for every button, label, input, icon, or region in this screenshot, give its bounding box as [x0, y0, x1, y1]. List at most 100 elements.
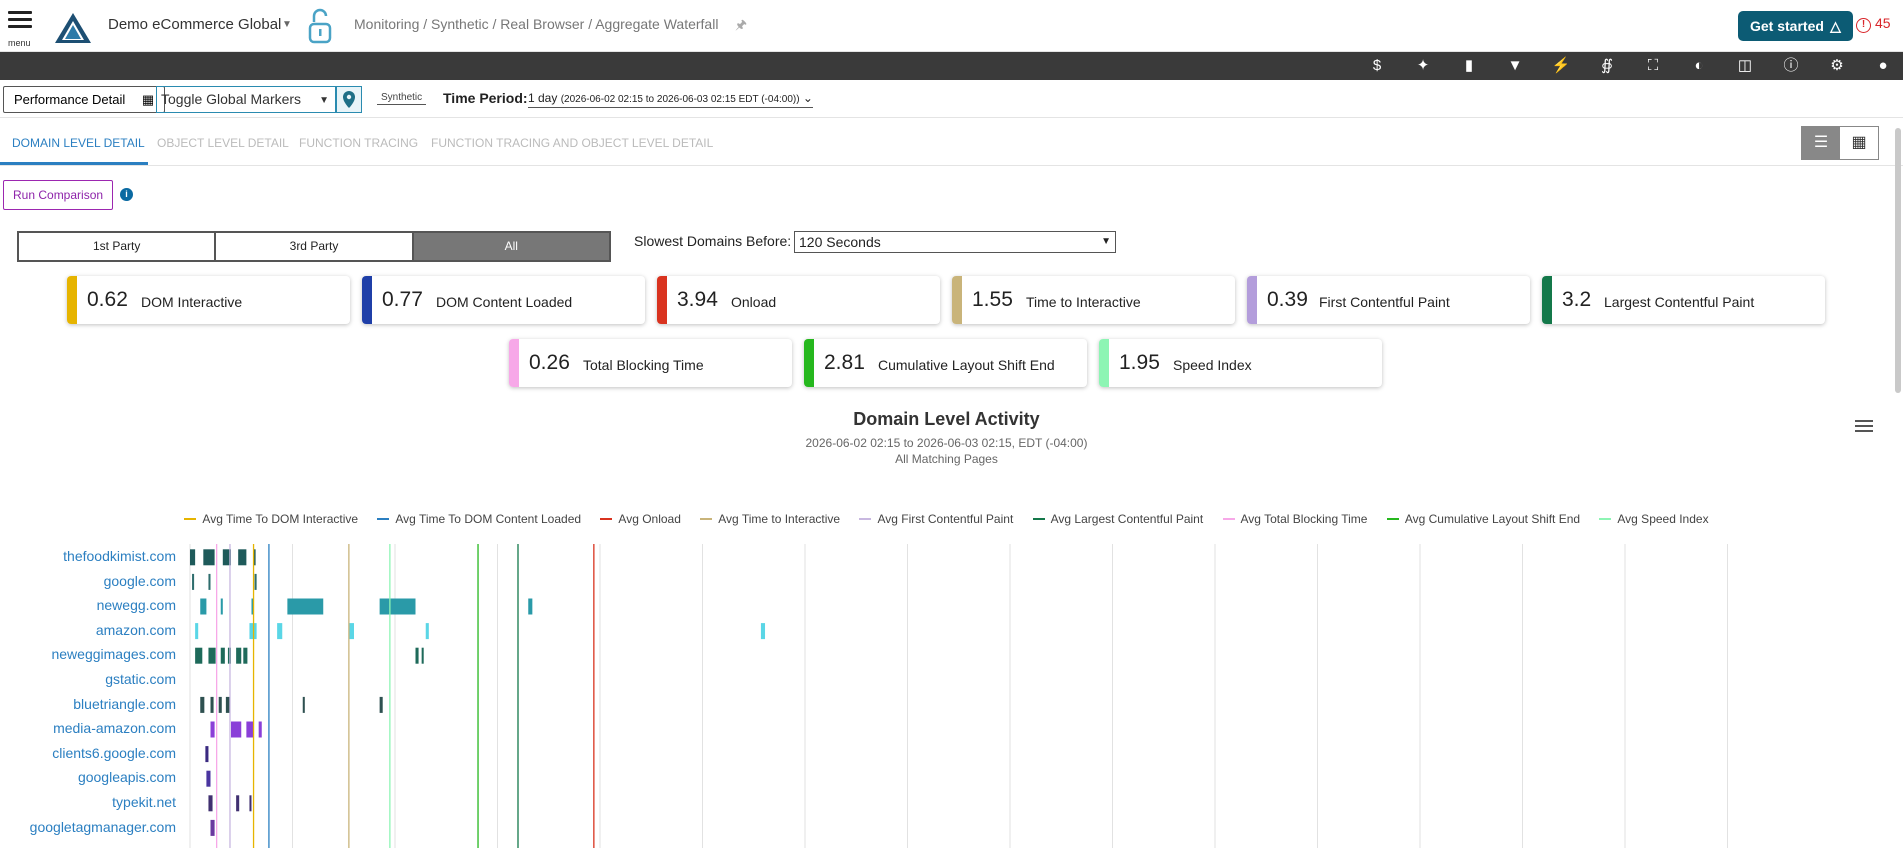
domain-label[interactable]: bluetriangle.com	[73, 696, 176, 712]
domain-bar[interactable]	[218, 696, 222, 713]
domain-label[interactable]: media-amazon.com	[53, 720, 176, 736]
domain-bar[interactable]	[208, 795, 213, 812]
settings-icon[interactable]: ⚙	[1826, 56, 1848, 76]
domain-label[interactable]: clients6.google.com	[52, 745, 176, 761]
legend-item[interactable]: Avg Time to Interactive	[700, 512, 840, 526]
metric-value: 1.95	[1119, 351, 1160, 374]
all-party-button[interactable]: All	[413, 233, 609, 260]
columns-icon[interactable]: ◫	[1734, 56, 1756, 76]
domain-bar[interactable]	[415, 647, 419, 664]
company-selector[interactable]: Demo eCommerce Global	[108, 16, 281, 33]
domain-bar[interactable]	[220, 598, 223, 615]
tab-domain-level-detail[interactable]: DOMAIN LEVEL DETAIL	[12, 136, 145, 150]
slowest-domains-select[interactable]: 120 Seconds ▼	[794, 231, 1116, 253]
domain-bar[interactable]	[195, 647, 203, 664]
domain-bar[interactable]	[425, 623, 429, 640]
alert-icon: !	[1856, 18, 1871, 33]
domain-bar[interactable]	[231, 721, 242, 738]
domain-label[interactable]: googletagmanager.com	[30, 819, 176, 835]
time-period-select[interactable]: 1 day (2026-06-02 02:15 to 2026-06-03 02…	[528, 91, 813, 108]
legend-item[interactable]: Avg Time To DOM Content Loaded	[377, 512, 581, 526]
domain-bar[interactable]	[302, 696, 305, 713]
waterfall-view-icon[interactable]: ☰	[1802, 127, 1840, 159]
domain-label[interactable]: newegg.com	[97, 597, 176, 613]
domain-bar[interactable]	[210, 721, 215, 738]
filter-icon[interactable]: ▼	[1504, 56, 1526, 76]
domain-bar[interactable]	[203, 549, 215, 566]
domain-bar[interactable]	[287, 598, 324, 615]
legend-item[interactable]: Avg Time To DOM Interactive	[184, 512, 358, 526]
domain-bar[interactable]	[210, 819, 215, 836]
domain-bar[interactable]	[254, 573, 257, 590]
domain-label[interactable]: typekit.net	[112, 794, 176, 810]
legend-item[interactable]: Avg Speed Index	[1599, 512, 1709, 526]
dollar-icon[interactable]: $	[1366, 56, 1388, 76]
domain-label[interactable]: amazon.com	[96, 622, 176, 638]
domain-bar[interactable]	[206, 770, 211, 787]
domain-bar[interactable]	[200, 598, 207, 615]
run-comparison-button[interactable]: Run Comparison	[3, 180, 114, 210]
domain-bar[interactable]	[192, 573, 195, 590]
marker-pin-button[interactable]	[336, 86, 362, 113]
menu-button[interactable]: menu	[6, 8, 34, 48]
legend-item[interactable]: Avg Cumulative Layout Shift End	[1386, 512, 1580, 526]
domain-label[interactable]: gstatic.com	[105, 671, 176, 687]
help-icon[interactable]: ⓘ	[1780, 56, 1802, 76]
legend-item[interactable]: Avg First Contentful Paint	[859, 512, 1013, 526]
domain-bar[interactable]	[348, 623, 354, 640]
domain-bar[interactable]	[379, 696, 383, 713]
domain-bar[interactable]	[210, 696, 214, 713]
domain-bar[interactable]	[200, 696, 205, 713]
sparkle-icon[interactable]: ✦	[1412, 56, 1434, 76]
info-icon[interactable]: i	[120, 188, 133, 201]
lightning-icon[interactable]: ⚡	[1550, 56, 1572, 76]
contrast-icon[interactable]: ◐	[1688, 56, 1710, 76]
first-party-button[interactable]: 1st Party	[19, 233, 217, 260]
domain-bar[interactable]	[190, 549, 196, 566]
domain-label[interactable]: neweggimages.com	[51, 646, 176, 662]
domain-bar[interactable]	[238, 549, 247, 566]
legend-item[interactable]: Avg Total Blocking Time	[1222, 512, 1367, 526]
domain-bar[interactable]	[243, 647, 248, 664]
unlock-icon[interactable]	[308, 8, 332, 44]
domain-bar[interactable]	[421, 647, 424, 664]
domain-bar[interactable]	[528, 598, 533, 615]
alerts-indicator[interactable]: ! 45	[1856, 15, 1891, 33]
table-view-icon[interactable]: ▦	[1840, 127, 1878, 159]
domain-bar[interactable]	[277, 623, 283, 640]
tab-function-tracing-object-level[interactable]: FUNCTION TRACING AND OBJECT LEVEL DETAIL	[431, 136, 713, 150]
get-started-button[interactable]: Get started △	[1738, 11, 1853, 41]
domain-bar[interactable]	[208, 647, 216, 664]
chevron-down-icon[interactable]: ▼	[282, 19, 292, 30]
legend-label: Avg Largest Contentful Paint	[1050, 512, 1204, 526]
domain-label[interactable]: googleapis.com	[78, 769, 176, 785]
chart-menu-icon[interactable]	[1855, 418, 1873, 434]
domain-label[interactable]: google.com	[104, 573, 176, 589]
comment-icon[interactable]: ▮	[1458, 56, 1480, 76]
domain-bar[interactable]	[379, 598, 416, 615]
legend-item[interactable]: Avg Largest Contentful Paint	[1032, 512, 1204, 526]
domain-label[interactable]: thefoodkimist.com	[63, 548, 176, 564]
fullscreen-icon[interactable]: ⛶	[1642, 56, 1664, 76]
domain-bar[interactable]	[236, 795, 240, 812]
scrollbar[interactable]	[1895, 128, 1901, 393]
tab-function-tracing[interactable]: FUNCTION TRACING	[299, 136, 418, 150]
share-icon[interactable]: ∯	[1596, 56, 1618, 76]
domain-bar[interactable]	[258, 721, 262, 738]
user-icon[interactable]: ●	[1872, 56, 1894, 76]
domain-bar[interactable]	[195, 623, 199, 640]
domain-bar[interactable]	[205, 746, 209, 763]
domain-bar[interactable]	[208, 573, 211, 590]
performance-detail-button[interactable]: Performance Detail ▦	[3, 86, 166, 113]
tab-object-level-detail[interactable]: OBJECT LEVEL DETAIL	[157, 136, 289, 150]
global-markers-select[interactable]: Toggle Global Markers ▼	[156, 86, 336, 113]
domain-bar[interactable]	[220, 647, 225, 664]
legend-item[interactable]: Avg Onload	[600, 512, 681, 526]
domain-bar[interactable]	[236, 647, 242, 664]
domain-bar[interactable]	[760, 623, 766, 640]
domain-bar[interactable]	[246, 721, 254, 738]
pin-icon[interactable]: 🖈	[735, 16, 747, 38]
synthetic-filter[interactable]: Synthetic	[377, 91, 427, 105]
third-party-button[interactable]: 3rd Party	[216, 233, 414, 260]
domain-bar[interactable]	[249, 795, 252, 812]
